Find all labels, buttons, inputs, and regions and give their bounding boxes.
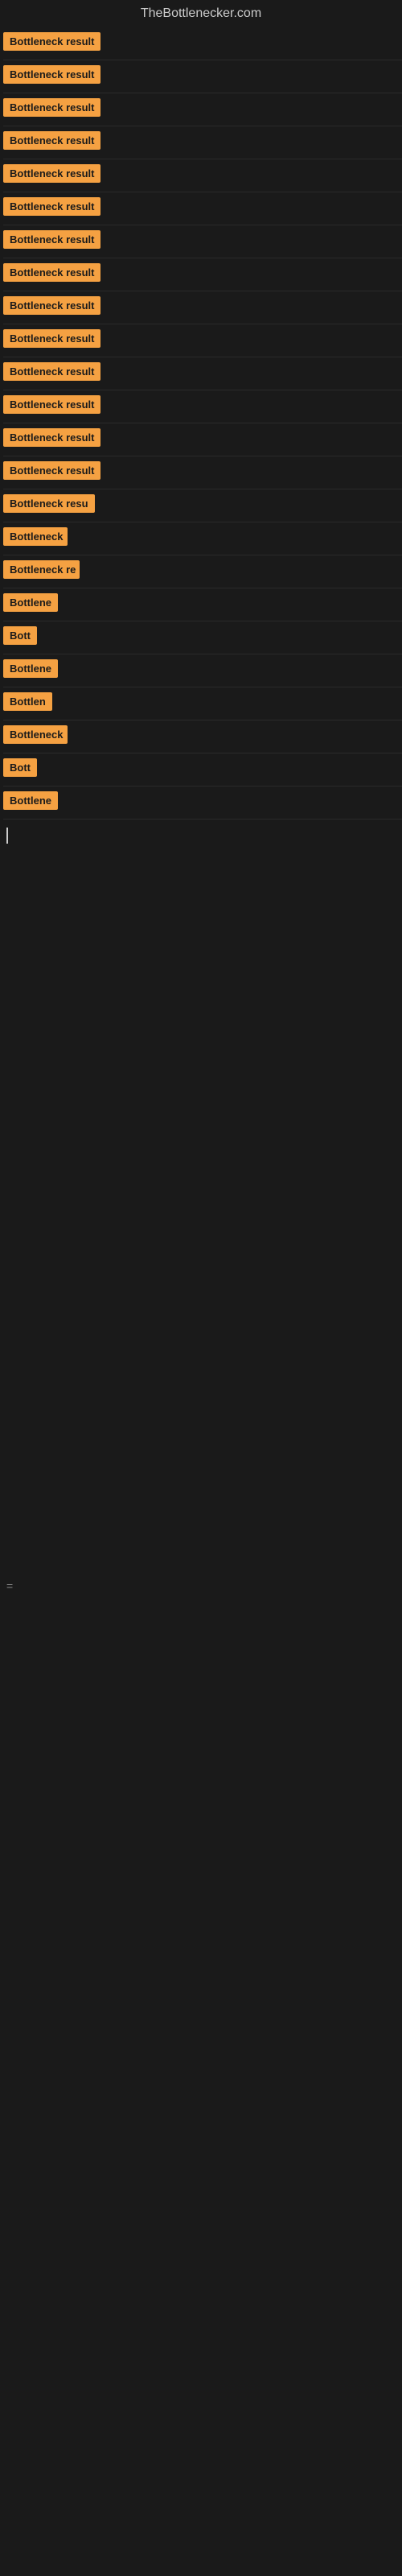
list-item: Bottleneck result — [3, 225, 402, 258]
spacer — [3, 2417, 402, 2465]
bottleneck-result-badge[interactable]: Bottleneck result — [3, 329, 100, 348]
bottleneck-result-badge[interactable]: Bottleneck result — [3, 230, 100, 249]
site-title: TheBottlenecker.com — [0, 0, 402, 24]
list-item: Bottleneck result — [3, 192, 402, 225]
bottleneck-result-badge[interactable]: Bottleneck — [3, 725, 68, 744]
spacer — [3, 1934, 402, 1982]
bottom-indicator: = — [3, 1576, 402, 1596]
list-item: Bottleneck re — [3, 555, 402, 588]
list-item: Bottleneck result — [3, 423, 402, 456]
list-item: Bottleneck result — [3, 390, 402, 423]
spacer — [3, 1335, 402, 1383]
list-item: Bottleneck result — [3, 27, 402, 60]
bottleneck-result-badge[interactable]: Bottleneck result — [3, 131, 100, 150]
spacer — [3, 2513, 402, 2562]
spacer — [3, 2223, 402, 2272]
list-item: Bottleneck — [3, 522, 402, 555]
list-item: Bottlene — [3, 654, 402, 687]
bottleneck-result-badge[interactable]: Bottlene — [3, 593, 58, 612]
list-item: Bottlene — [3, 588, 402, 621]
bottleneck-result-badge[interactable]: Bottlen — [3, 692, 52, 711]
bottleneck-result-badge[interactable]: Bottleneck result — [3, 263, 100, 282]
spacer — [3, 2368, 402, 2417]
spacer — [3, 948, 402, 997]
list-item: Bott — [3, 621, 402, 654]
spacer — [3, 997, 402, 1045]
list-item: Bottleneck resu — [3, 489, 402, 522]
spacer — [3, 2175, 402, 2223]
spacer — [3, 1383, 402, 1431]
spacer — [3, 1528, 402, 1576]
bottleneck-result-badge[interactable]: Bottleneck result — [3, 32, 100, 51]
spacer — [3, 852, 402, 900]
list-item: Bottleneck result — [3, 456, 402, 489]
bottleneck-result-badge[interactable]: Bott — [3, 626, 37, 645]
spacer — [3, 2127, 402, 2175]
bottleneck-result-badge[interactable]: Bottleneck result — [3, 98, 100, 117]
bottleneck-result-badge[interactable]: Bott — [3, 758, 37, 777]
list-item: Bottleneck result — [3, 60, 402, 93]
spacer — [3, 900, 402, 948]
spacer — [3, 1190, 402, 1238]
spacer — [3, 1596, 402, 1644]
list-item: Bottlen — [3, 687, 402, 720]
spacer — [3, 1431, 402, 1480]
spacer — [3, 1982, 402, 2030]
spacer — [3, 1093, 402, 1141]
spacer — [3, 1644, 402, 1692]
bottleneck-result-badge[interactable]: Bottleneck re — [3, 560, 80, 579]
bottleneck-result-badge[interactable]: Bottleneck result — [3, 362, 100, 381]
list-item: Bottleneck — [3, 720, 402, 753]
list-item: Bottleneck result — [3, 258, 402, 291]
list-item: Bottleneck result — [3, 126, 402, 159]
bottleneck-result-badge[interactable]: Bottleneck result — [3, 296, 100, 315]
list-item: Bottleneck result — [3, 324, 402, 357]
list-item: Bott — [3, 753, 402, 786]
spacer — [3, 1141, 402, 1190]
spacer — [3, 2465, 402, 2513]
bottleneck-result-badge[interactable]: Bottleneck result — [3, 197, 100, 216]
spacer — [3, 1692, 402, 1740]
spacer — [3, 1789, 402, 1837]
items-container: Bottleneck result Bottleneck result Bottle… — [0, 24, 402, 2562]
bottleneck-result-badge[interactable]: Bottleneck result — [3, 65, 100, 84]
spacer — [3, 2079, 402, 2127]
spacer — [3, 1740, 402, 1789]
spacer — [3, 2320, 402, 2368]
spacer — [3, 1837, 402, 1885]
page-wrapper: TheBottlenecker.com Bottleneck resultBot… — [0, 0, 402, 2562]
bottleneck-result-badge[interactable]: Bottlene — [3, 659, 58, 678]
bottleneck-result-badge[interactable]: Bottlene — [3, 791, 58, 810]
spacer — [3, 1885, 402, 1934]
bottleneck-result-badge[interactable]: Bottleneck result — [3, 395, 100, 414]
bottleneck-result-badge[interactable]: Bottleneck — [3, 527, 68, 546]
list-item: Bottleneck result — [3, 357, 402, 390]
spacer — [3, 1286, 402, 1335]
bottleneck-result-badge[interactable]: Bottleneck resu — [3, 494, 95, 513]
spacer — [3, 1480, 402, 1528]
spacer — [3, 2030, 402, 2079]
bottleneck-result-badge[interactable]: Bottleneck result — [3, 461, 100, 480]
list-item: Bottlene — [3, 786, 402, 819]
list-item: Bottleneck result — [3, 93, 402, 126]
list-item: Bottleneck result — [3, 291, 402, 324]
cursor-indicator — [6, 828, 8, 844]
spacer — [3, 1045, 402, 1093]
spacer — [3, 1238, 402, 1286]
spacer — [3, 2272, 402, 2320]
bottleneck-result-badge[interactable]: Bottleneck result — [3, 428, 100, 447]
list-item: Bottleneck result — [3, 159, 402, 192]
bottleneck-result-badge[interactable]: Bottleneck result — [3, 164, 100, 183]
